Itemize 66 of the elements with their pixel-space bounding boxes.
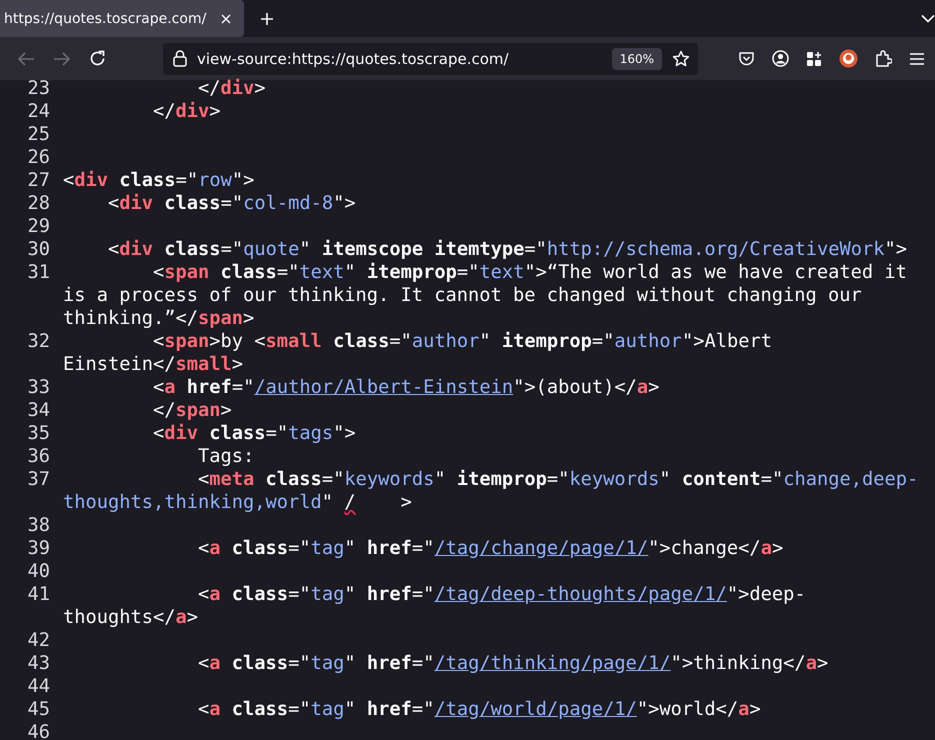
line-number: 30 [26,238,50,261]
pocket-icon[interactable] [738,50,755,66]
close-icon[interactable] [220,12,232,24]
code-line: <a href="/author/Albert-Einstein">(about)</a> [152,376,660,399]
line-number: 27 [26,169,50,192]
code-line: <a class="tag" href="/tag/thinking/page/1/">thinking</a> [197,652,830,675]
code-line: Tags: [197,445,256,468]
line-number: 24 [26,100,50,123]
code-line: <div class="row"> [63,169,256,192]
line-number: 36 [26,445,50,468]
code-line: <div class="quote" itemscope itemtype="http://schema.org/CreativeWork"> [107,238,908,261]
code-line: <span class="text" itemprop="text">“The world as we have created it [152,261,908,284]
line-number: 31 [26,261,50,285]
line-number: 46 [26,721,50,740]
line-number: 39 [26,537,50,560]
line-number: 35 [26,422,50,445]
link[interactable]: /tag/deep-thoughts/page/1/ [434,584,727,605]
line-number: 42 [26,629,50,652]
link[interactable]: /tag/world/page/1/ [434,699,637,720]
line-number: 41 [26,583,50,607]
url-text: view-source:https://quotes.toscrape.com/ [197,50,510,68]
grid-plus-icon[interactable] [806,50,822,66]
account-icon[interactable] [772,50,789,67]
line-number: 34 [26,399,50,422]
line-number: 25 [26,123,50,146]
zoom-level-button[interactable]: 160% [612,48,662,70]
address-bar[interactable]: view-source:https://quotes.toscrape.com/ 160% [163,42,698,74]
line-number: 44 [26,675,50,698]
link[interactable]: /author/Albert-Einstein [254,377,514,398]
code-line: </span> [152,399,233,422]
line-number: 28 [26,192,50,215]
code-line: <a class="tag" href="/tag/deep-thoughts/page/1/">deep- [197,583,807,606]
line-number: 43 [26,652,50,675]
line-number: 23 [26,77,50,100]
line-number: 26 [26,146,50,169]
line-number: 29 [26,215,50,238]
code-line: <div class="col-md-8"> [107,192,357,215]
code-line: <meta class="keywords" itemprop="keywords" content="change,deep- [197,468,920,491]
code-line: Einstein</small> [63,353,244,376]
reload-icon[interactable] [89,50,106,67]
code-line: is a process of our thinking. It cannot be changed without changing our [63,284,863,307]
line-number: 37 [26,468,50,492]
line-number: 33 [26,376,50,399]
code-line: thinking.”</span> [63,307,256,330]
code-line: thoughts</a> [63,606,200,629]
chevron-down-icon[interactable] [921,14,935,23]
browser-tab[interactable]: https://quotes.toscrape.com/ [0,0,244,37]
code-line: <div class="tags"> [152,422,357,445]
line-number: 45 [26,698,50,721]
code-line: thoughts,thinking,world" / > [63,491,413,514]
code-line: <span>by <small class="author" itemprop="author">Albert [152,330,773,353]
code-line: </div> [152,100,222,123]
lock-icon [173,50,187,67]
puzzle-icon[interactable] [875,50,892,67]
menu-icon[interactable] [909,52,925,66]
line-number: 38 [26,514,50,537]
code-line: </div> [197,77,267,100]
code-line: <a class="tag" href="/tag/change/page/1/">change</a> [197,537,784,560]
code-line: <a class="tag" href="/tag/world/page/1/">world</a> [197,698,762,721]
link[interactable]: /tag/thinking/page/1/ [434,653,671,674]
line-number: 32 [26,330,50,354]
line-number: 40 [26,560,50,583]
duck-extension-icon[interactable] [839,49,858,68]
star-icon[interactable] [672,50,690,68]
link[interactable]: /tag/change/page/1/ [434,538,648,559]
new-tab-icon[interactable] [260,12,274,26]
